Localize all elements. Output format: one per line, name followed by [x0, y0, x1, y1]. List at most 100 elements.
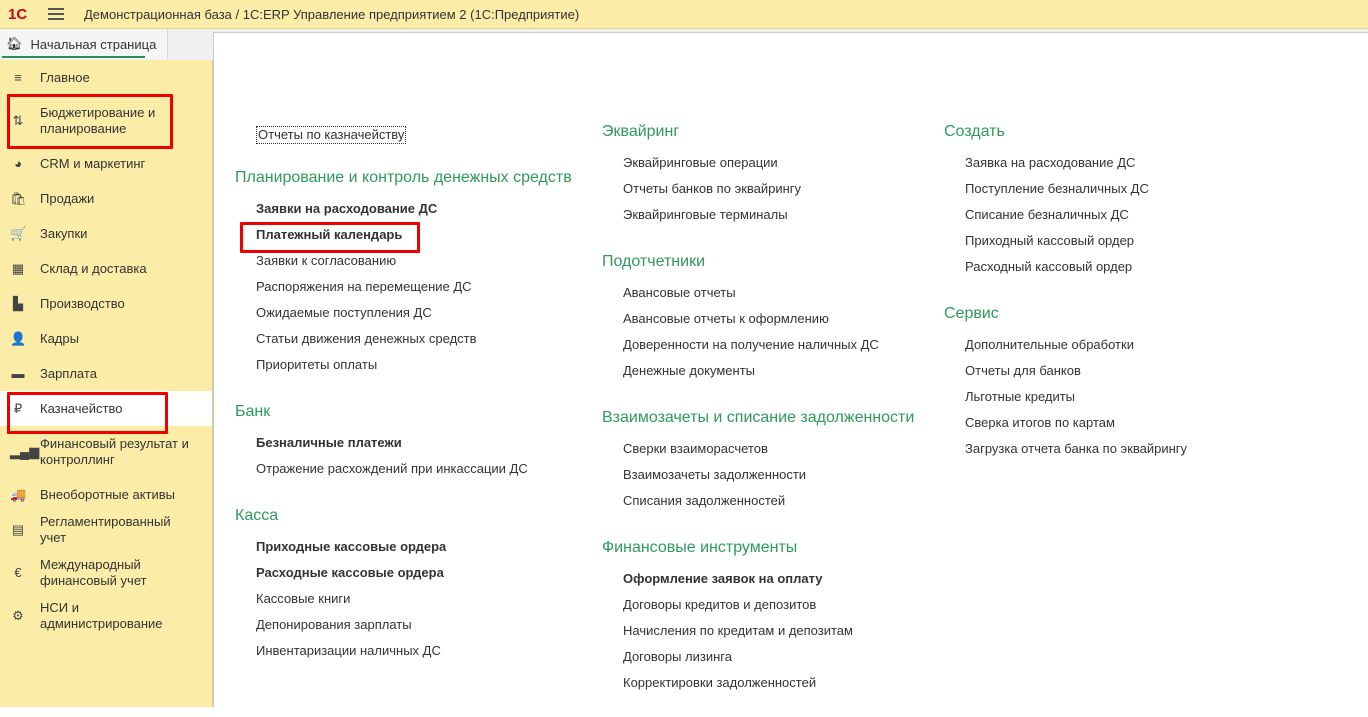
section-title: Взаимозачеты и списание задолженности: [602, 409, 915, 426]
nav-link[interactable]: Расходные кассовые ордера: [235, 560, 572, 586]
nav-link[interactable]: Инвентаризации наличных ДС: [235, 638, 572, 664]
nav-link[interactable]: Начисления по кредитам и депозитам: [602, 618, 914, 644]
nav-link[interactable]: Отчеты для банков: [944, 358, 1187, 384]
section-title: Финансовые инструменты: [602, 539, 798, 556]
section-icon: ▬: [11, 365, 25, 381]
sidebar-item-label: Регламентированный учет: [40, 513, 171, 545]
section-icon: ⚙: [12, 607, 24, 623]
nav-link[interactable]: Приоритеты оплаты: [235, 352, 572, 378]
sidebar-item-label: НСИ и администрирование: [40, 599, 163, 631]
section-icon: 🛍: [10, 190, 27, 206]
sidebar-item-label: Кадры: [40, 330, 79, 346]
section-icon: ⇅: [12, 112, 24, 128]
nav-link[interactable]: Статьи движения денежных средств: [235, 326, 572, 352]
section-title: Подотчетники: [602, 253, 705, 270]
sidebar-item[interactable]: 👤 Кадры: [0, 321, 212, 356]
section-title: Сервис: [944, 305, 999, 322]
section-title: Эквайринг: [602, 123, 680, 140]
nav-link[interactable]: Списания задолженностей: [602, 488, 914, 514]
nav-link[interactable]: Доверенности на получение наличных ДС: [602, 332, 914, 358]
sidebar-item[interactable]: 🛍 Продажи: [0, 181, 212, 216]
app-title: Демонстрационная база / 1С:ERP Управлени…: [84, 6, 580, 22]
nav-link[interactable]: Списание безналичных ДС: [944, 202, 1187, 228]
sidebar-item[interactable]: ₽ Казначейство: [0, 391, 212, 426]
sidebar-item[interactable]: ▦ Склад и доставка: [0, 251, 212, 286]
section-icon: ▂▄▆: [10, 443, 40, 459]
nav-link[interactable]: Заявка на расходование ДС: [944, 150, 1187, 176]
title-bar: 1С Демонстрационная база / 1С:ERP Управл…: [0, 0, 1368, 29]
menu-icon[interactable]: [48, 8, 64, 20]
section-icon: ▦: [11, 260, 25, 276]
nav-link[interactable]: Расходный кассовый ордер: [944, 254, 1187, 280]
section: Финансовые инструменты Оформление заявок …: [602, 535, 914, 696]
nav-link[interactable]: Взаимозачеты задолженности: [602, 462, 914, 488]
section: Касса Приходные кассовые ордера Расходные …: [235, 503, 572, 664]
nav-link[interactable]: Денежные документы: [602, 358, 914, 384]
nav-link[interactable]: Распоряжения на перемещение ДС: [235, 274, 572, 300]
nav-link[interactable]: Депонирования зарплаты: [235, 612, 572, 638]
section-icon: ▙: [13, 295, 23, 311]
sidebar-item-label: Продажи: [40, 190, 95, 206]
nav-link[interactable]: Платежный календарь: [235, 222, 572, 248]
section: Сервис Дополнительные обработки Отчеты для…: [944, 301, 1187, 462]
nav-link[interactable]: Отчеты банков по эквайрингу: [602, 176, 914, 202]
sidebar-item[interactable]: ▙ Производство: [0, 286, 212, 321]
sidebar-item-label: Зарплата: [40, 365, 97, 381]
tab-home[interactable]: 🏠︎ Начальная страница: [0, 29, 168, 59]
nav-link[interactable]: Эквайринговые терминалы: [602, 202, 914, 228]
sidebar-item[interactable]: 🛒 Закупки: [0, 216, 212, 251]
sidebar-item[interactable]: ▤ Регламентированный учет: [0, 512, 212, 547]
nav-link[interactable]: Заявки к согласованию: [235, 248, 572, 274]
sidebar-item-label: Международный финансовый учет: [40, 556, 147, 588]
section-title: Создать: [944, 123, 1005, 140]
nav-link[interactable]: Кассовые книги: [235, 586, 572, 612]
section-icon: ₽: [13, 400, 23, 416]
section-icon: 🚚: [10, 486, 27, 502]
sidebar: ≡ Главное ⇅ Бюджетирование и планирование ◕ C…: [0, 60, 213, 707]
nav-link[interactable]: Эквайринговые операции: [602, 150, 914, 176]
section: Эквайринг Эквайринговые операции Отчеты ба…: [602, 119, 914, 228]
nav-link[interactable]: Заявки на расходование ДС: [235, 196, 572, 222]
treasury-reports-link[interactable]: Отчеты по казначейству: [256, 126, 407, 144]
sidebar-item[interactable]: € Международный финансовый учет: [0, 547, 212, 598]
sidebar-item[interactable]: ▂▄▆ Финансовый результат и контроллинг: [0, 426, 212, 477]
nav-link[interactable]: Приходные кассовые ордера: [235, 534, 572, 560]
section: Планирование и контроль денежных средств…: [235, 165, 572, 378]
main-content: Отчеты по казначейству Планирование и ко…: [213, 32, 1368, 707]
nav-link[interactable]: Ожидаемые поступления ДС: [235, 300, 572, 326]
nav-link[interactable]: Поступление безналичных ДС: [944, 176, 1187, 202]
nav-link[interactable]: Загрузка отчета банка по эквайрингу: [944, 436, 1187, 462]
nav-link[interactable]: Дополнительные обработки: [944, 332, 1187, 358]
nav-link[interactable]: Отражение расхождений при инкассации ДС: [235, 456, 572, 482]
nav-link[interactable]: Приходный кассовый ордер: [944, 228, 1187, 254]
nav-link[interactable]: Сверка итогов по картам: [944, 410, 1187, 436]
nav-link[interactable]: Сверки взаиморасчетов: [602, 436, 914, 462]
section-title: Касса: [235, 507, 279, 524]
sidebar-item-label: Склад и доставка: [40, 260, 147, 276]
section-icon: 🛒: [10, 225, 27, 241]
sidebar-item-label: Бюджетирование и планирование: [40, 104, 156, 136]
sidebar-item[interactable]: ⇅ Бюджетирование и планирование: [0, 95, 212, 146]
nav-link[interactable]: Авансовые отчеты: [602, 280, 914, 306]
nav-link[interactable]: Льготные кредиты: [944, 384, 1187, 410]
sidebar-item-label: CRM и маркетинг: [40, 155, 146, 171]
tab-label: Начальная страница: [30, 36, 157, 52]
sidebar-item[interactable]: ◕ CRM и маркетинг: [0, 146, 212, 181]
nav-link[interactable]: Корректировки задолженностей: [602, 670, 914, 696]
nav-link[interactable]: Оформление заявок на оплату: [602, 566, 914, 592]
sidebar-item-label: Внеоборотные активы: [40, 486, 176, 502]
sidebar-item[interactable]: 🚚 Внеоборотные активы: [0, 477, 212, 512]
1c-logo: 1С: [8, 5, 28, 23]
section: Взаимозачеты и списание задолженности Све…: [602, 405, 914, 514]
section-icon: ▤: [11, 521, 25, 537]
home-icon: 🏠︎: [6, 36, 23, 51]
sidebar-item[interactable]: ≡ Главное: [0, 60, 212, 95]
sidebar-item[interactable]: ⚙ НСИ и администрирование: [0, 598, 212, 633]
column-3: Создать Заявка на расходование ДС Поступле…: [944, 119, 1187, 483]
sidebar-item[interactable]: ▬ Зарплата: [0, 356, 212, 391]
nav-link[interactable]: Авансовые отчеты к оформлению: [602, 306, 914, 332]
nav-link[interactable]: Договоры кредитов и депозитов: [602, 592, 914, 618]
nav-link[interactable]: Безналичные платежи: [235, 430, 572, 456]
section-icon: 👤: [10, 330, 27, 346]
nav-link[interactable]: Договоры лизинга: [602, 644, 914, 670]
